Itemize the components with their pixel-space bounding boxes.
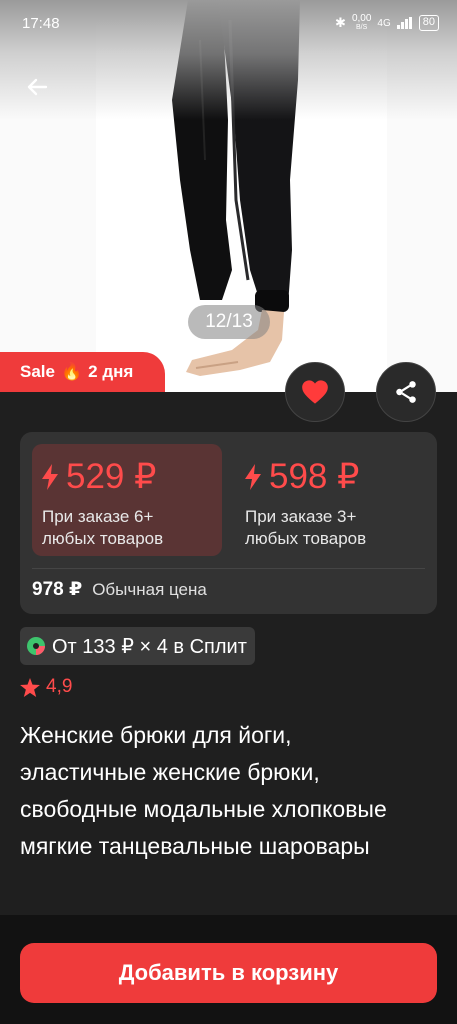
- network-type: 4G: [377, 17, 391, 29]
- gallery-counter: 12/13: [188, 305, 270, 339]
- favorite-button[interactable]: [285, 362, 345, 422]
- tier-price: 529 ₽: [66, 457, 157, 496]
- sale-label: Sale: [20, 362, 55, 381]
- regular-price-label: Обычная цена: [92, 579, 207, 599]
- tier-condition: При заказе 6+ любых товаров: [42, 506, 212, 550]
- battery-indicator: 80: [418, 15, 439, 31]
- tier-price-row: 598 ₽: [245, 458, 420, 496]
- share-button[interactable]: [376, 362, 436, 422]
- status-icons: ✱ 0,00 B/S 4G 80: [335, 14, 439, 32]
- sale-duration: 2 дня: [88, 362, 134, 381]
- price-tier-6plus[interactable]: 529 ₽ При заказе 6+ любых товаров: [32, 444, 222, 556]
- tier-condition-line2: любых товаров: [42, 529, 164, 548]
- heart-icon: [302, 380, 328, 404]
- split-icon: [27, 637, 45, 655]
- net-speed-unit: B/S: [356, 24, 368, 31]
- signal-icon: [396, 17, 412, 29]
- tier-price: 598 ₽: [269, 457, 360, 496]
- bluetooth-icon: ✱: [335, 15, 346, 30]
- add-to-cart-button[interactable]: Добавить в корзину: [20, 943, 437, 1003]
- status-bar: 17:48 ✱ 0,00 B/S 4G 80: [0, 0, 457, 50]
- split-text: От 133 ₽ × 4 в Сплит: [52, 635, 247, 658]
- net-speed-value: 0,00: [351, 13, 372, 24]
- tier-condition-line1: При заказе 3+: [245, 507, 357, 526]
- tier-condition-line2: любых товаров: [245, 529, 367, 548]
- tier-condition-line1: При заказе 6+: [42, 507, 154, 526]
- status-time: 17:48: [22, 15, 60, 32]
- price-tier-3plus[interactable]: 598 ₽ При заказе 3+ любых товаров: [235, 444, 430, 556]
- star-icon: [20, 677, 40, 697]
- arrow-left-icon: [27, 78, 48, 96]
- net-speed: 0,00 B/S: [352, 14, 371, 32]
- product-title: Женские брюки для йоги, эластичные женск…: [20, 722, 387, 859]
- share-icon: [396, 381, 416, 403]
- sale-badge: Sale 🔥 2 дня: [0, 352, 165, 392]
- tier-condition: При заказе 3+ любых товаров: [245, 506, 420, 550]
- rating-value: 4,9: [46, 676, 73, 697]
- rating[interactable]: 4,9: [20, 676, 72, 698]
- split-payment-badge[interactable]: От 133 ₽ × 4 в Сплит: [20, 627, 255, 665]
- back-button[interactable]: [20, 70, 54, 104]
- lightning-icon: [42, 464, 58, 490]
- regular-price-row: 978 ₽ Обычная цена: [32, 578, 207, 601]
- price-divider: [32, 568, 425, 569]
- tier-price-row: 529 ₽: [42, 458, 212, 496]
- price-card: 529 ₽ При заказе 6+ любых товаров 598 ₽ …: [20, 432, 437, 614]
- regular-price: 978 ₽: [32, 579, 83, 600]
- fire-icon: 🔥: [60, 362, 83, 381]
- lightning-icon: [245, 464, 261, 490]
